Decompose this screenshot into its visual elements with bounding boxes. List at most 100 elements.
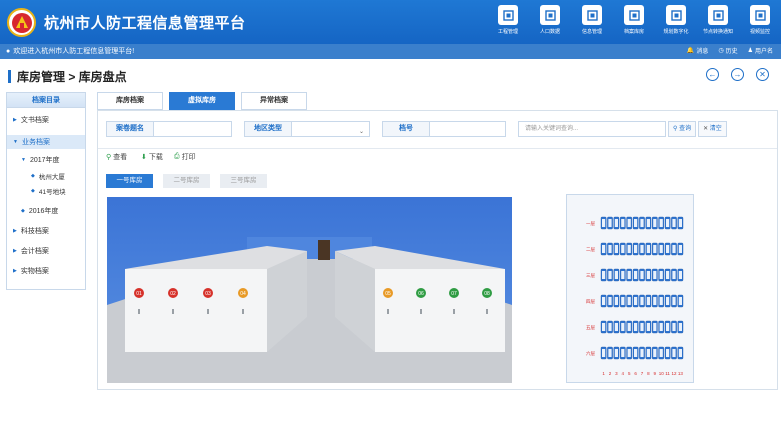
room-tab-2[interactable]: 二号库房 (163, 174, 210, 188)
rack-cell-slot (627, 245, 631, 253)
rack-grid: 一层二层三层四层五层六层1 2 3 4 5 6 7 8 9 10 11 12 13 (586, 216, 683, 376)
left-shelf-front (125, 269, 267, 352)
sidebar-item-technology[interactable]: ▶ 科技档案 (13, 226, 91, 236)
app-logo (7, 8, 36, 37)
title-filter-input[interactable] (154, 121, 232, 137)
sidebar-header: 档案目录 (7, 93, 85, 108)
shelf-handle (453, 309, 455, 314)
clear-button[interactable]: ✕ 清空 (698, 121, 727, 137)
magnifier-icon: ⚲ (106, 154, 112, 161)
rack-cell-slot (602, 245, 606, 253)
rack-grid-panel[interactable]: 一层 二层 三层 四层 五层 六层 1 2 3 4 5 6 7 8 9 10 11 12 13 (566, 194, 694, 383)
sidebar-item-physical[interactable]: ▶ 实物档案 (13, 266, 91, 276)
rack-col-label: 12 (671, 371, 677, 376)
rack-cell-slot (602, 219, 606, 227)
rack-cell-slot (608, 219, 612, 227)
arrow-right-icon: → (733, 69, 742, 79)
rack-cell-slot (602, 297, 606, 305)
room-tab-1[interactable]: 一号库房 (106, 174, 153, 188)
nav-item-label: 视频监控 (749, 29, 770, 35)
rack-cell-slot (646, 245, 650, 253)
shelf-handle (138, 309, 140, 314)
rack-cell-slot (672, 349, 676, 357)
nav-item-3[interactable]: 信息管理 (571, 5, 613, 41)
rack-cell-slot (621, 323, 625, 331)
rack-cell-slot (627, 219, 631, 227)
region-type-select[interactable]: ⌄ (292, 121, 370, 137)
search-button[interactable]: ⚲ 查询 (668, 121, 697, 137)
nav-item-7[interactable]: 视频监控 (739, 5, 781, 41)
rack-col-label: 6 (634, 371, 637, 376)
download-button[interactable]: ⬇ 下载 (141, 152, 163, 162)
filter-bar: 案卷题名 地区类型 ⌄ 档号 请输入关键词查询... ⚲ 查询 ✕ 清空 (106, 121, 727, 137)
search-icon: ⚲ (673, 126, 678, 132)
shelf-marker-label: 04 (240, 291, 246, 297)
rack-row-label: 五层 (586, 325, 595, 331)
rack-cell-slot (678, 271, 682, 279)
nav-item-4[interactable]: 档案库房 (613, 5, 655, 41)
sidebar-item-2017[interactable]: ▼ 2017年度 (21, 155, 99, 165)
view-button[interactable]: ⚲ 查看 (106, 152, 127, 162)
rack-col-label: 5 (628, 371, 631, 376)
nav-item-label: 人口数据 (539, 29, 560, 35)
rack-col-label: 7 (641, 371, 644, 376)
chevron-down-icon: ⌄ (358, 129, 364, 135)
file-icon: ◆ (31, 188, 35, 194)
rack-cell-slot (614, 219, 618, 227)
rack-row-label: 四层 (586, 299, 595, 305)
warehouse-3d-view[interactable]: 01 02 03 04 05 06 07 08 (107, 197, 512, 383)
caret-right-icon: ▶ (13, 268, 17, 274)
nav-item-5[interactable]: 规划数字化 (655, 5, 697, 41)
sidebar-item-accounting[interactable]: ▶ 会计档案 (13, 246, 91, 256)
rack-cell-slot (653, 245, 657, 253)
rack-cell-slot (653, 349, 657, 357)
rack-cell-slot (666, 245, 670, 253)
rack-cell-slot (640, 245, 644, 253)
history-button[interactable]: ◷ 历史 (718, 46, 737, 55)
keyword-search-input[interactable]: 请输入关键词查询... (518, 121, 666, 137)
nav-item-2[interactable]: 人口数据 (529, 5, 571, 41)
rack-cell-slot (614, 297, 618, 305)
tab-warehouse-archives[interactable]: 库房档案 (97, 92, 163, 110)
nav-item-6[interactable]: 节点转换通知 (697, 5, 739, 41)
content-panel: 案卷题名 地区类型 ⌄ 档号 请输入关键词查询... ⚲ 查询 ✕ 清空 ⚲ 查看… (97, 110, 778, 390)
rack-cell-slot (614, 245, 618, 253)
sidebar-item-business[interactable]: ▼ 业务档案 (7, 135, 85, 149)
shelf-handle (242, 309, 244, 314)
tab-virtual-warehouse[interactable]: 虚拟库房 (169, 92, 235, 110)
forward-button[interactable]: → (731, 68, 744, 81)
rack-cell-slot (608, 297, 612, 305)
action-toolbar: ⚲ 查看 ⬇ 下载 ⎙ 打印 (98, 148, 777, 162)
sidebar-item-2016[interactable]: ◆ 2016年度 (21, 206, 99, 216)
archive-warehouse-icon (624, 5, 644, 25)
tab-abnormal-archives[interactable]: 异常档案 (241, 92, 307, 110)
user-actions: 🔔 消息 ◷ 历史 ♟ 用户名 (687, 46, 773, 55)
rack-cell-slot (621, 297, 625, 305)
app-title: 杭州市人防工程信息管理平台 (44, 15, 246, 32)
info-icon (582, 5, 602, 25)
rack-cell-slot (621, 219, 625, 227)
rack-cell-slot (640, 219, 644, 227)
rack-cell-slot (634, 297, 638, 305)
print-button[interactable]: ⎙ 打印 (174, 152, 196, 162)
rack-cell-slot (653, 271, 657, 279)
rack-col-label: 11 (665, 371, 670, 376)
rack-cell-slot (614, 271, 618, 279)
file-icon: ◆ (31, 173, 35, 179)
messages-button[interactable]: 🔔 消息 (687, 46, 709, 55)
file-number-input[interactable] (430, 121, 506, 137)
rack-cell-slot (608, 349, 612, 357)
region-filter-label: 地区类型 (244, 121, 292, 137)
back-button[interactable]: ← (706, 68, 719, 81)
planning-icon (666, 5, 686, 25)
rack-row-label: 一层 (586, 221, 595, 227)
user-menu-button[interactable]: ♟ 用户名 (748, 46, 773, 55)
room-tab-3[interactable]: 三号库房 (220, 174, 267, 188)
archive-sidebar: 档案目录 ▶ 文书档案 ▼ 业务档案 ▼ 2017年度 ◆ 杭州大厦 ◆ 41号地块 ◆ 2… (6, 92, 86, 290)
rack-col-label: 1 (602, 371, 605, 376)
nav-item-1[interactable]: 工程管理 (487, 5, 529, 41)
close-button[interactable]: ✕ (756, 68, 769, 81)
sidebar-item-documents[interactable]: ▶ 文书档案 (13, 115, 91, 125)
rack-cell-slot (640, 271, 644, 279)
arrow-left-icon: ← (708, 69, 717, 79)
